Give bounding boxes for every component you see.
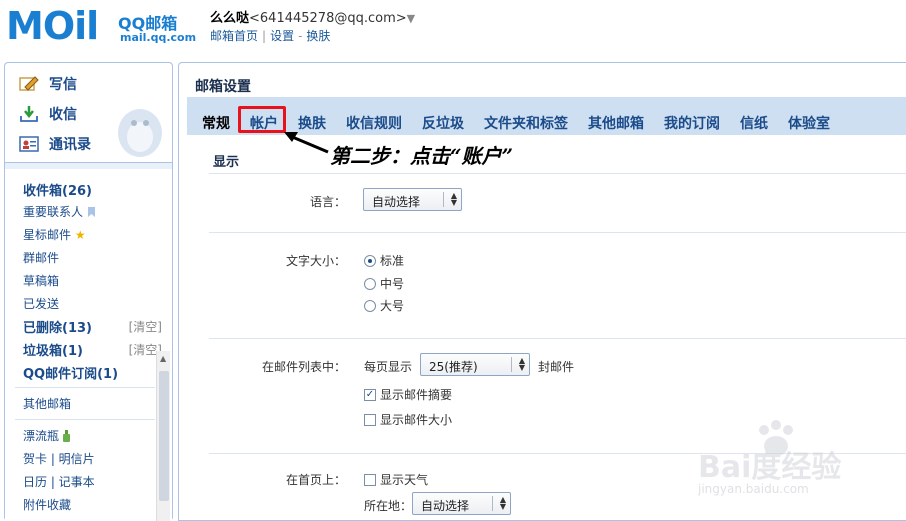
folder-starred[interactable]: 星标邮件 ★ bbox=[23, 226, 86, 243]
language-label: 语言： bbox=[309, 195, 346, 209]
divider bbox=[15, 419, 155, 420]
folder-deleted[interactable]: 已删除(13) bbox=[23, 317, 92, 336]
tab-labs[interactable]: 体验室 bbox=[788, 113, 830, 133]
font-size-medium-radio[interactable]: 中号 bbox=[364, 275, 404, 292]
folder-group-mail[interactable]: 群邮件 bbox=[23, 249, 59, 266]
tab-folders-labels[interactable]: 文件夹和标签 bbox=[484, 113, 568, 133]
star-icon: ★ bbox=[74, 228, 86, 242]
compose-label: 写信 bbox=[49, 77, 77, 93]
show-summary-checkbox[interactable]: ✓ 显示邮件摘要 bbox=[364, 386, 452, 403]
select-arrows-icon: ▲ ▼ bbox=[499, 495, 506, 511]
header: MOil QQ邮箱 mail.qq.com 么么哒<641445278@qq.c… bbox=[0, 0, 906, 62]
folder-other-mailbox[interactable]: 其他邮箱 bbox=[23, 395, 71, 412]
divider bbox=[209, 173, 906, 174]
divider bbox=[15, 387, 155, 388]
app-attachments[interactable]: 附件收藏 bbox=[23, 496, 71, 513]
watermark-brand: Bai度经验 bbox=[698, 450, 842, 485]
annotation-arrow-icon bbox=[284, 132, 329, 154]
header-links: 邮箱首页 | 设置 - 换肤 bbox=[210, 29, 331, 43]
contacts-card-icon bbox=[19, 136, 39, 152]
mail-list-label: 在邮件列表中： bbox=[261, 360, 346, 374]
app-cards[interactable]: 贺卡 | 明信片 bbox=[23, 450, 95, 467]
divider bbox=[209, 338, 906, 339]
tab-other-mailbox[interactable]: 其他邮箱 bbox=[588, 113, 644, 133]
folder-important-contacts[interactable]: 重要联系人 bbox=[23, 203, 96, 220]
compose-panel: 写信 收信 通讯录 bbox=[5, 63, 172, 163]
font-size-label: 文字大小： bbox=[285, 254, 346, 268]
location-select[interactable]: 自动选择 ▲ ▼ bbox=[412, 492, 511, 515]
location-label: 所在地： bbox=[364, 499, 413, 513]
sidebar-compose[interactable]: 写信 bbox=[19, 72, 77, 96]
page-title: 邮箱设置 bbox=[195, 79, 251, 95]
logo-wordmark: MOil bbox=[6, 4, 99, 48]
tab-general[interactable]: 常规 bbox=[202, 113, 230, 133]
sidebar-receive[interactable]: 收信 bbox=[19, 102, 77, 126]
baidu-jingyan-watermark: Bai度经验 jingyan.baidu.com bbox=[690, 420, 900, 520]
scroll-thumb[interactable] bbox=[159, 371, 169, 501]
contacts-label: 通讯录 bbox=[49, 137, 91, 153]
folder-sent[interactable]: 已发送 bbox=[23, 295, 59, 312]
tab-stationery[interactable]: 信纸 bbox=[740, 113, 768, 133]
user-name: 么么哒 bbox=[210, 11, 250, 26]
sidebar-contacts[interactable]: 通讯录 bbox=[19, 132, 91, 156]
penguin-stamp-icon bbox=[118, 109, 162, 157]
language-select[interactable]: 自动选择 ▲ ▼ bbox=[363, 188, 462, 211]
clear-deleted-link[interactable]: [清空] bbox=[129, 318, 162, 335]
scroll-up-icon[interactable]: ▲ bbox=[160, 354, 166, 363]
instruction-annotation: 第二步：点击“账户” bbox=[330, 144, 514, 168]
checkmark-icon: ✓ bbox=[364, 388, 376, 401]
show-weather-checkbox[interactable]: 显示天气 bbox=[364, 471, 428, 488]
folder-spam[interactable]: 垃圾箱(1) bbox=[23, 340, 83, 359]
font-size-standard-radio[interactable]: 标准 bbox=[364, 252, 404, 269]
user-email: <641445278@qq.com> bbox=[249, 11, 407, 26]
select-arrows-icon: ▲ ▼ bbox=[450, 191, 457, 207]
show-size-checkbox[interactable]: 显示邮件大小 bbox=[364, 411, 452, 428]
link-skin[interactable]: 换肤 bbox=[306, 29, 330, 43]
app-drift-bottle[interactable]: 漂流瓶 bbox=[23, 427, 70, 444]
inbox-download-icon bbox=[20, 106, 38, 122]
link-settings[interactable]: 设置 bbox=[270, 29, 294, 43]
divider bbox=[209, 232, 906, 233]
per-page-prefix: 每页显示 bbox=[364, 360, 413, 374]
chevron-down-icon[interactable]: ▼ bbox=[407, 12, 415, 25]
tab-receive-rules[interactable]: 收信规则 bbox=[346, 113, 402, 133]
folder-list: 收件箱(26) 重要联系人 星标邮件 ★ 群邮件 草稿箱 已发送 已删除(13)… bbox=[5, 169, 172, 521]
user-account[interactable]: 么么哒<641445278@qq.com>▼ bbox=[210, 7, 415, 26]
font-size-large-radio[interactable]: 大号 bbox=[364, 297, 404, 314]
bottle-icon bbox=[62, 430, 70, 442]
watermark-url: jingyan.baidu.com bbox=[698, 482, 809, 496]
folder-drafts[interactable]: 草稿箱 bbox=[23, 272, 59, 289]
per-page-select[interactable]: 25(推荐) ▲ ▼ bbox=[420, 353, 530, 376]
per-page-suffix: 封邮件 bbox=[538, 360, 575, 374]
tab-subscriptions[interactable]: 我的订阅 bbox=[664, 113, 720, 133]
bookmark-icon bbox=[87, 207, 95, 217]
folder-subscriptions[interactable]: QQ邮件订阅(1) bbox=[23, 363, 118, 382]
homepage-label: 在首页上： bbox=[285, 473, 346, 487]
sidebar-scrollbar[interactable]: ▲ bbox=[156, 351, 170, 521]
folder-inbox[interactable]: 收件箱(26) bbox=[23, 180, 92, 199]
sidebar: 写信 收信 通讯录 收件箱(26) 重要联系人 星标邮件 ★ 群邮件 草稿箱 已… bbox=[4, 62, 173, 521]
section-display-title: 显示 bbox=[213, 155, 240, 170]
qqmail-logo[interactable]: MOil QQ邮箱 mail.qq.com bbox=[6, 6, 196, 46]
tab-antispam[interactable]: 反垃圾 bbox=[422, 113, 464, 133]
receive-label: 收信 bbox=[49, 107, 77, 123]
link-mailbox-home[interactable]: 邮箱首页 bbox=[210, 29, 258, 43]
select-arrows-icon: ▲ ▼ bbox=[518, 356, 525, 372]
app-calendar[interactable]: 日历 | 记事本 bbox=[23, 473, 95, 490]
account-tab-highlight bbox=[238, 106, 286, 133]
pencil-icon bbox=[19, 76, 39, 91]
logo-domain: mail.qq.com bbox=[120, 31, 197, 44]
